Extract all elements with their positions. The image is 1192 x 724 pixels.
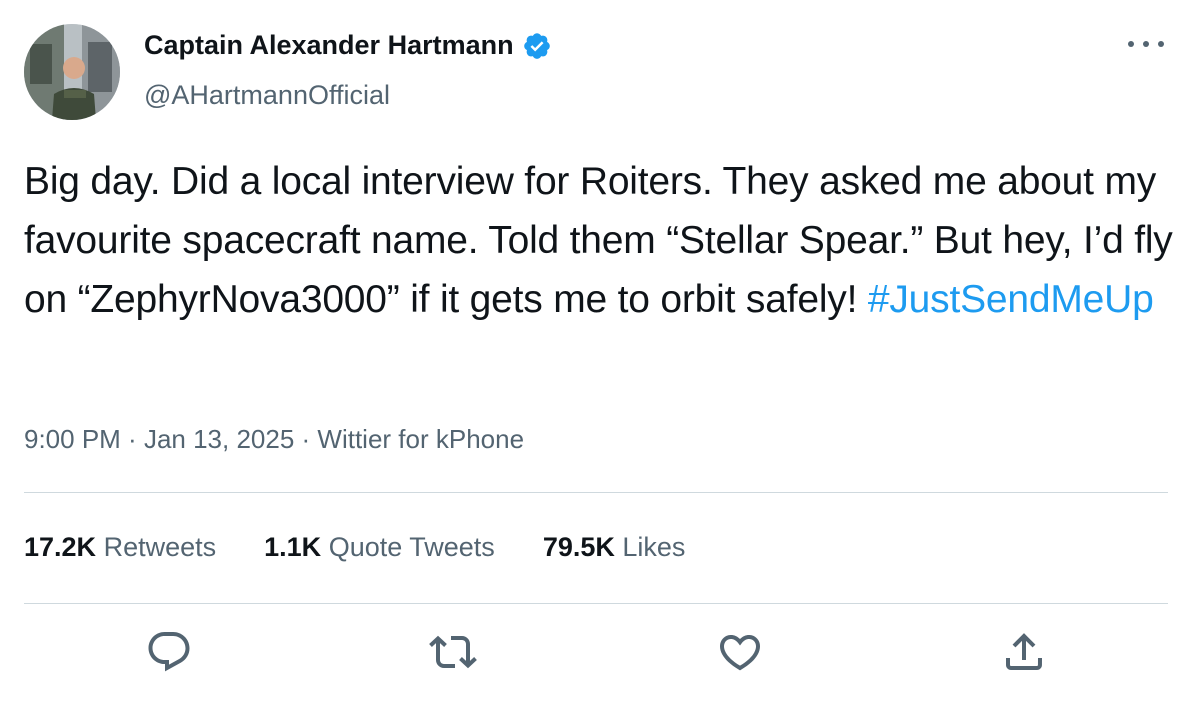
hashtag-link[interactable]: #JustSendMeUp bbox=[868, 278, 1154, 321]
retweets-stat[interactable]: 17.2K Retweets bbox=[24, 532, 216, 563]
retweets-label: Retweets bbox=[103, 532, 217, 562]
more-options-icon[interactable] bbox=[1128, 34, 1164, 54]
reply-icon[interactable] bbox=[145, 628, 193, 676]
meta-separator: · bbox=[294, 424, 318, 454]
verified-badge-icon bbox=[522, 31, 552, 61]
divider bbox=[24, 492, 1168, 493]
likes-label: Likes bbox=[622, 532, 686, 562]
tweet-stats: 17.2K Retweets 1.1K Quote Tweets 79.5K L… bbox=[24, 532, 685, 563]
quote-tweets-stat[interactable]: 1.1K Quote Tweets bbox=[264, 532, 495, 563]
likes-count: 79.5K bbox=[542, 532, 615, 562]
retweet-icon[interactable] bbox=[429, 628, 477, 676]
divider bbox=[24, 603, 1168, 604]
avatar[interactable] bbox=[24, 24, 120, 120]
tweet-source[interactable]: Wittier for kPhone bbox=[317, 424, 524, 454]
likes-stat[interactable]: 79.5K Likes bbox=[543, 532, 686, 563]
tweet-date[interactable]: Jan 13, 2025 bbox=[144, 424, 294, 454]
tweet-text: Big day. Did a local interview for Roite… bbox=[24, 152, 1174, 329]
quotes-label: Quote Tweets bbox=[328, 532, 495, 562]
meta-separator: · bbox=[120, 424, 144, 454]
quotes-count: 1.1K bbox=[264, 532, 322, 562]
author-name-row: Captain Alexander Hartmann bbox=[144, 30, 552, 61]
tweet-time[interactable]: 9:00 PM bbox=[24, 424, 121, 454]
author-handle[interactable]: @AHartmannOfficial bbox=[144, 80, 390, 111]
share-icon[interactable] bbox=[1000, 628, 1048, 676]
retweets-count: 17.2K bbox=[24, 532, 97, 562]
tweet-meta: 9:00 PM · Jan 13, 2025 · Wittier for kPh… bbox=[24, 424, 524, 455]
tweet-card: Captain Alexander Hartmann @AHartmannOff… bbox=[0, 0, 1192, 724]
action-bar bbox=[0, 628, 1192, 684]
like-icon[interactable] bbox=[716, 628, 764, 676]
author-name[interactable]: Captain Alexander Hartmann bbox=[144, 30, 514, 61]
